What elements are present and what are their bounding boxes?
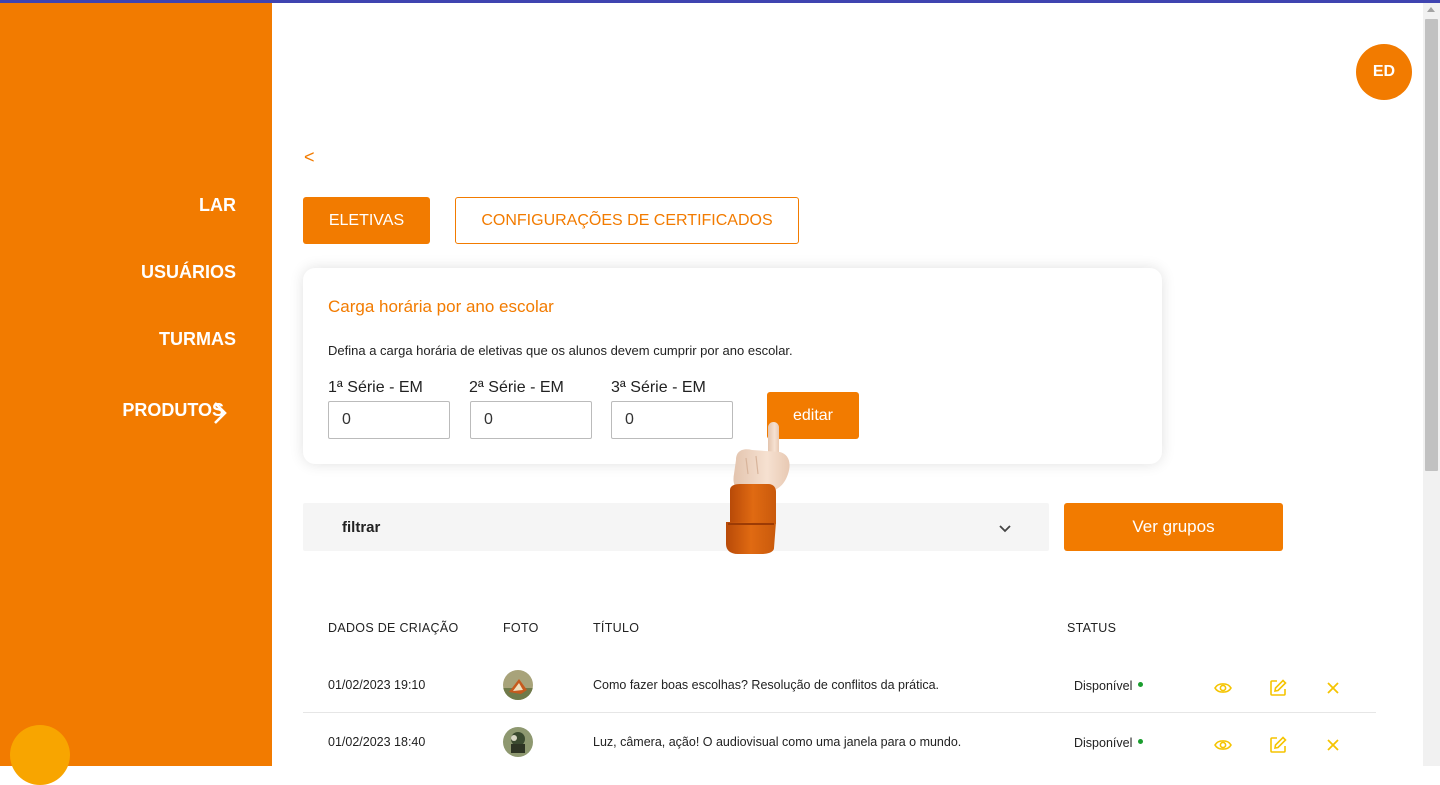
column-header-status: STATUS	[1067, 621, 1117, 635]
row-title: Luz, câmera, ação! O audiovisual como um…	[593, 735, 962, 749]
edit-icon[interactable]	[1269, 736, 1287, 754]
row-date: 01/02/2023 18:40	[328, 735, 426, 749]
column-header-photo: FOTO	[503, 621, 539, 635]
scroll-up-icon[interactable]	[1427, 7, 1435, 12]
row-title: Como fazer boas escolhas? Resolução de c…	[593, 678, 940, 692]
serie-3-input[interactable]	[611, 401, 733, 439]
status-badge: Disponível	[1074, 736, 1144, 750]
field-label-serie-1: 1ª Série - EM	[328, 379, 423, 396]
column-header-date: DADOS DE CRIAÇÃO	[328, 621, 459, 635]
sidebar-item-produtos[interactable]: PRODUTOS	[122, 400, 224, 421]
card-title: Carga horária por ano escolar	[328, 297, 554, 316]
row-photo	[503, 727, 533, 757]
filter-dropdown[interactable]: filtrar	[303, 503, 1049, 551]
help-icon	[35, 734, 45, 757]
row-photo	[503, 670, 533, 700]
avatar-initials: ED	[1372, 63, 1396, 80]
avatar[interactable]: ED	[1356, 44, 1412, 100]
tab-configuracoes-certificados[interactable]: CONFIGURAÇÕES DE CERTIFICADOS	[455, 197, 799, 244]
close-icon[interactable]	[1324, 736, 1342, 754]
status-dot-icon	[1138, 682, 1144, 688]
pointing-hand-cursor-icon	[726, 422, 790, 554]
sidebar-item-lar[interactable]: LAR	[199, 195, 236, 216]
close-icon[interactable]	[1324, 679, 1342, 697]
scrollbar-thumb[interactable]	[1425, 19, 1438, 471]
tab-eletivas[interactable]: ELETIVAS	[303, 197, 430, 244]
field-label-serie-3: 3ª Série - EM	[611, 379, 706, 396]
eye-icon[interactable]	[1214, 679, 1232, 697]
scrollbar[interactable]	[1423, 3, 1440, 766]
ver-grupos-button[interactable]: Ver grupos	[1064, 503, 1283, 551]
row-date: 01/02/2023 19:10	[328, 678, 426, 692]
status-dot-icon	[1138, 739, 1144, 745]
back-link[interactable]: <	[304, 147, 315, 168]
filter-label: filtrar	[342, 519, 381, 536]
serie-2-input[interactable]	[470, 401, 592, 439]
edit-icon[interactable]	[1269, 679, 1287, 697]
card-description: Defina a carga horária de eletivas que o…	[328, 343, 793, 358]
status-text: Disponível	[1074, 736, 1133, 750]
table-row: 01/02/2023 18:40 Luz, câmera, ação! O au…	[303, 714, 1376, 770]
sidebar-item-turmas[interactable]: TURMAS	[159, 329, 236, 350]
column-header-title: TÍTULO	[593, 621, 640, 635]
status-text: Disponível	[1074, 679, 1133, 693]
field-label-serie-2: 2ª Série - EM	[469, 379, 564, 396]
eye-icon[interactable]	[1214, 736, 1232, 754]
chevron-down-icon	[999, 525, 1011, 533]
sidebar: LAR USUÁRIOS TURMAS PRODUTOS	[0, 3, 272, 785]
serie-1-input[interactable]	[328, 401, 450, 439]
chevron-right-icon[interactable]	[210, 400, 230, 426]
help-button[interactable]	[10, 725, 70, 785]
table-row: 01/02/2023 19:10 Como fazer boas escolha…	[303, 657, 1376, 713]
status-badge: Disponível	[1074, 679, 1144, 693]
sidebar-item-usuarios[interactable]: USUÁRIOS	[141, 262, 236, 283]
